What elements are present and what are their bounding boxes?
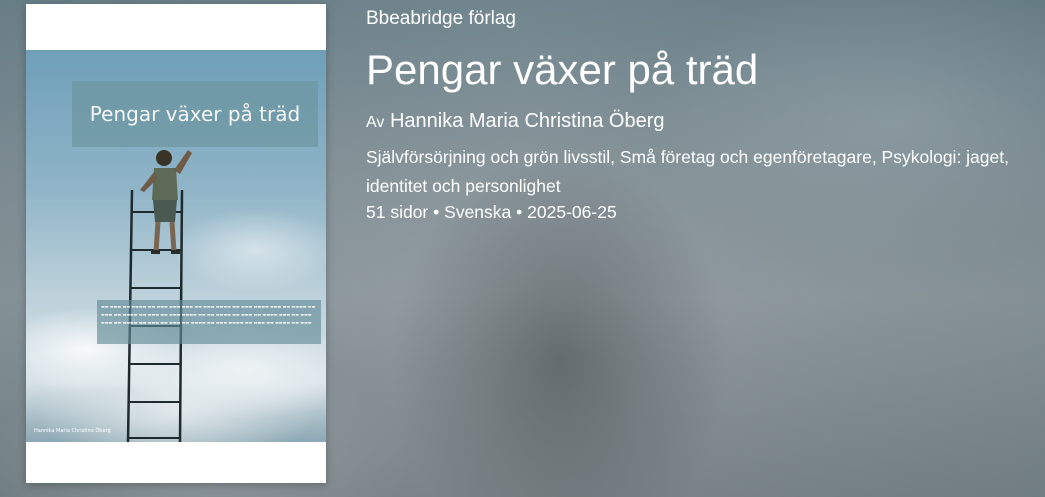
book-cover[interactable]: Pengar växer på träd ▬▬ ▬▬▬ ▬▬ ▬▬▬▬ ▬▬ ▬… [26,4,326,483]
author-line: Av Hannika Maria Christina Öberg [366,110,665,133]
meta-separator: • [433,202,440,222]
meta-separator: • [516,202,523,222]
publish-date: 2025-06-25 [527,202,617,222]
book-title: Pengar växer på träd [366,46,759,93]
cover-artwork: Pengar växer på träd ▬▬ ▬▬▬ ▬▬ ▬▬▬▬ ▬▬ ▬… [26,50,326,443]
category-list[interactable]: Självförsörjning och grön livsstil, Små … [366,143,1038,201]
page-count: 51 sidor [366,202,429,222]
cover-blurb: ▬▬ ▬▬▬ ▬▬ ▬▬▬▬ ▬▬ ▬▬▬ ▬▬▬ ▬▬▬ ▬▬ ▬▬▬ ▬▬▬… [97,300,321,344]
cover-title: Pengar växer på träd [72,81,318,147]
author-prefix: Av [366,114,385,131]
author-link[interactable]: Hannika Maria Christina Öberg [390,110,665,132]
cover-author: Hannika Maria Christina Öberg [34,428,111,434]
publisher-link[interactable]: Bbeabridge förlag [366,8,516,30]
book-meta: 51 sidor • Svenska • 2025-06-25 [366,202,617,223]
language: Svenska [444,202,512,222]
